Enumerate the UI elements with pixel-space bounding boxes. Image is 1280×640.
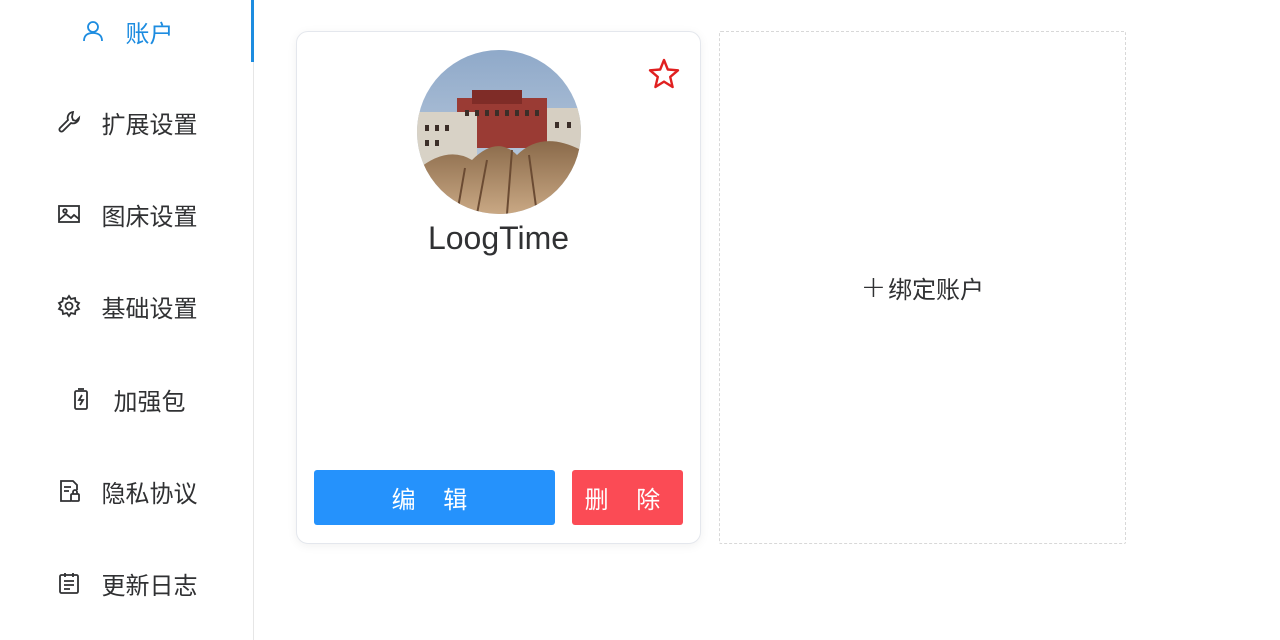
sidebar-item-privacy[interactable]: 隐私协议 (0, 460, 253, 522)
star-icon[interactable] (646, 56, 682, 92)
avatar (417, 50, 581, 214)
main-content: LoogTime 编 辑 删 除 + 绑定账户 (254, 0, 1280, 640)
sidebar-item-label: 图床设置 (101, 202, 198, 231)
delete-button[interactable]: 删 除 (572, 470, 683, 525)
sidebar-item-basic-settings[interactable]: 基础设置 (0, 275, 253, 337)
account-username: LoogTime (427, 220, 570, 256)
sidebar-item-changelog[interactable]: 更新日志 (0, 552, 253, 614)
sidebar-item-label: 扩展设置 (101, 110, 198, 139)
bind-account-button[interactable]: + 绑定账户 (719, 31, 1126, 544)
document-lock-icon (56, 478, 82, 504)
sidebar-item-label: 更新日志 (101, 571, 198, 600)
sidebar-item-boost-pack[interactable]: 加强包 (0, 368, 253, 430)
plus-icon: + (860, 270, 887, 305)
wrench-icon (56, 109, 82, 135)
sidebar-item-account[interactable]: 账户 (0, 0, 254, 62)
sidebar-item-label: 账户 (125, 19, 174, 48)
sidebar-item-extension-settings[interactable]: 扩展设置 (0, 91, 253, 153)
sidebar-item-label: 加强包 (113, 387, 186, 416)
sidebar-item-label: 基础设置 (101, 294, 198, 323)
calendar-log-icon (56, 570, 82, 596)
battery-charge-icon (68, 386, 94, 412)
user-icon (80, 18, 106, 44)
bind-account-label: 绑定账户 (888, 276, 985, 304)
account-card: LoogTime 编 辑 删 除 (296, 31, 701, 544)
sidebar-item-image-hosting[interactable]: 图床设置 (0, 183, 253, 245)
image-icon (56, 201, 82, 227)
edit-button[interactable]: 编 辑 (314, 470, 555, 525)
sidebar-item-label: 隐私协议 (101, 479, 198, 508)
gear-icon (56, 293, 82, 319)
sidebar: 账户 扩展设置 图床设置 基础设置 加强包 隐私协议 更新日志 (0, 0, 254, 640)
